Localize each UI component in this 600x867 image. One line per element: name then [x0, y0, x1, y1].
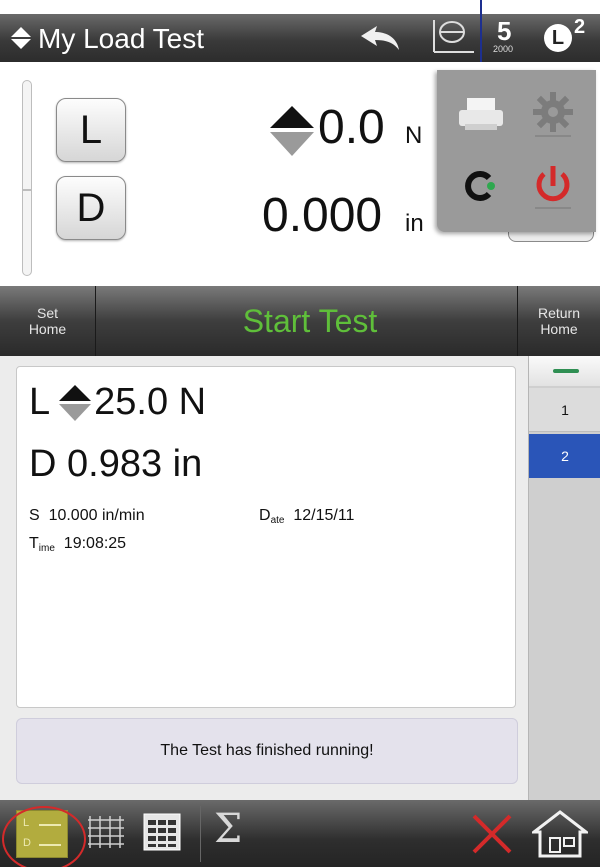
- speed-value-text: 10.000 in/min: [48, 507, 145, 524]
- load-unit: N: [405, 122, 423, 149]
- status-message: The Test has finished running!: [16, 718, 518, 784]
- user-count: 2: [574, 16, 586, 38]
- test-list-item-selected[interactable]: 2: [529, 434, 600, 478]
- displacement-value: 0.000: [262, 189, 383, 242]
- printer-icon[interactable]: [451, 86, 511, 144]
- result-date: Date 12/15/11: [259, 507, 354, 526]
- time-label: T: [29, 535, 39, 552]
- user-indicator[interactable]: L 2: [540, 16, 596, 58]
- test-title[interactable]: My Load Test: [38, 23, 204, 55]
- home-icon[interactable]: [532, 808, 588, 860]
- displacement-channel-button[interactable]: D: [56, 176, 126, 240]
- result-load-label: L: [29, 381, 51, 423]
- set-home-button[interactable]: Set Home: [0, 286, 96, 356]
- vertical-scrollbar[interactable]: [22, 80, 32, 276]
- toolbar-separator: [200, 806, 201, 862]
- result-speed: S 10.000 in/min: [29, 507, 145, 525]
- load-direction-icon: [59, 384, 92, 421]
- speed-label: S: [29, 507, 40, 524]
- displacement-unit: in: [405, 210, 424, 237]
- test-list-header[interactable]: [529, 356, 600, 386]
- up-down-arrows-icon[interactable]: [10, 26, 32, 50]
- result-load-value: 25.0 N: [94, 381, 207, 423]
- time-label-sub: ime: [38, 543, 55, 554]
- sigma-statistics-icon[interactable]: Σ: [214, 806, 242, 852]
- power-icon[interactable]: [523, 158, 583, 216]
- bottom-toolbar: L D Σ: [0, 800, 600, 867]
- speed-indicator[interactable]: 5 2000: [489, 16, 525, 56]
- delete-icon[interactable]: [470, 812, 514, 856]
- results-panel: L 25.0 N D 0.983 in S 10.000 in/min Date…: [16, 366, 516, 708]
- quick-menu-popup: [437, 70, 596, 232]
- table-icon[interactable]: [142, 812, 182, 852]
- speed-digit: 5: [497, 16, 512, 46]
- speed-value: 2000: [493, 44, 514, 54]
- refresh-icon[interactable]: [451, 158, 511, 216]
- load-direction-icon: [270, 106, 314, 156]
- time-value: 19:08:25: [63, 535, 127, 552]
- action-bar: Set Home Start Test Return Home: [0, 286, 600, 356]
- test-list: 1 2: [528, 356, 600, 800]
- result-displacement: D 0.983 in: [29, 443, 203, 485]
- highlight-ring: [2, 806, 86, 867]
- gear-icon[interactable]: [523, 86, 583, 144]
- result-time: Time 19:08:25: [29, 535, 126, 554]
- undo-icon[interactable]: [355, 22, 403, 54]
- graph-grid-icon[interactable]: [86, 814, 126, 850]
- date-label-sub: ate: [270, 515, 285, 526]
- date-label: D: [259, 507, 271, 524]
- start-test-button[interactable]: Start Test: [140, 296, 480, 346]
- test-list-item[interactable]: 1: [529, 388, 600, 432]
- title-bar: My Load Test 5 2000 L 2: [0, 14, 600, 62]
- user-letter: L: [544, 24, 572, 52]
- date-value: 12/15/11: [293, 507, 355, 524]
- load-channel-button[interactable]: L: [56, 98, 126, 162]
- return-home-button[interactable]: Return Home: [517, 286, 600, 356]
- load-value: 0.0: [318, 101, 385, 154]
- result-load: L 25.0 N: [29, 381, 206, 424]
- graph-icon[interactable]: [428, 18, 476, 56]
- collapse-dash-icon: [553, 369, 579, 373]
